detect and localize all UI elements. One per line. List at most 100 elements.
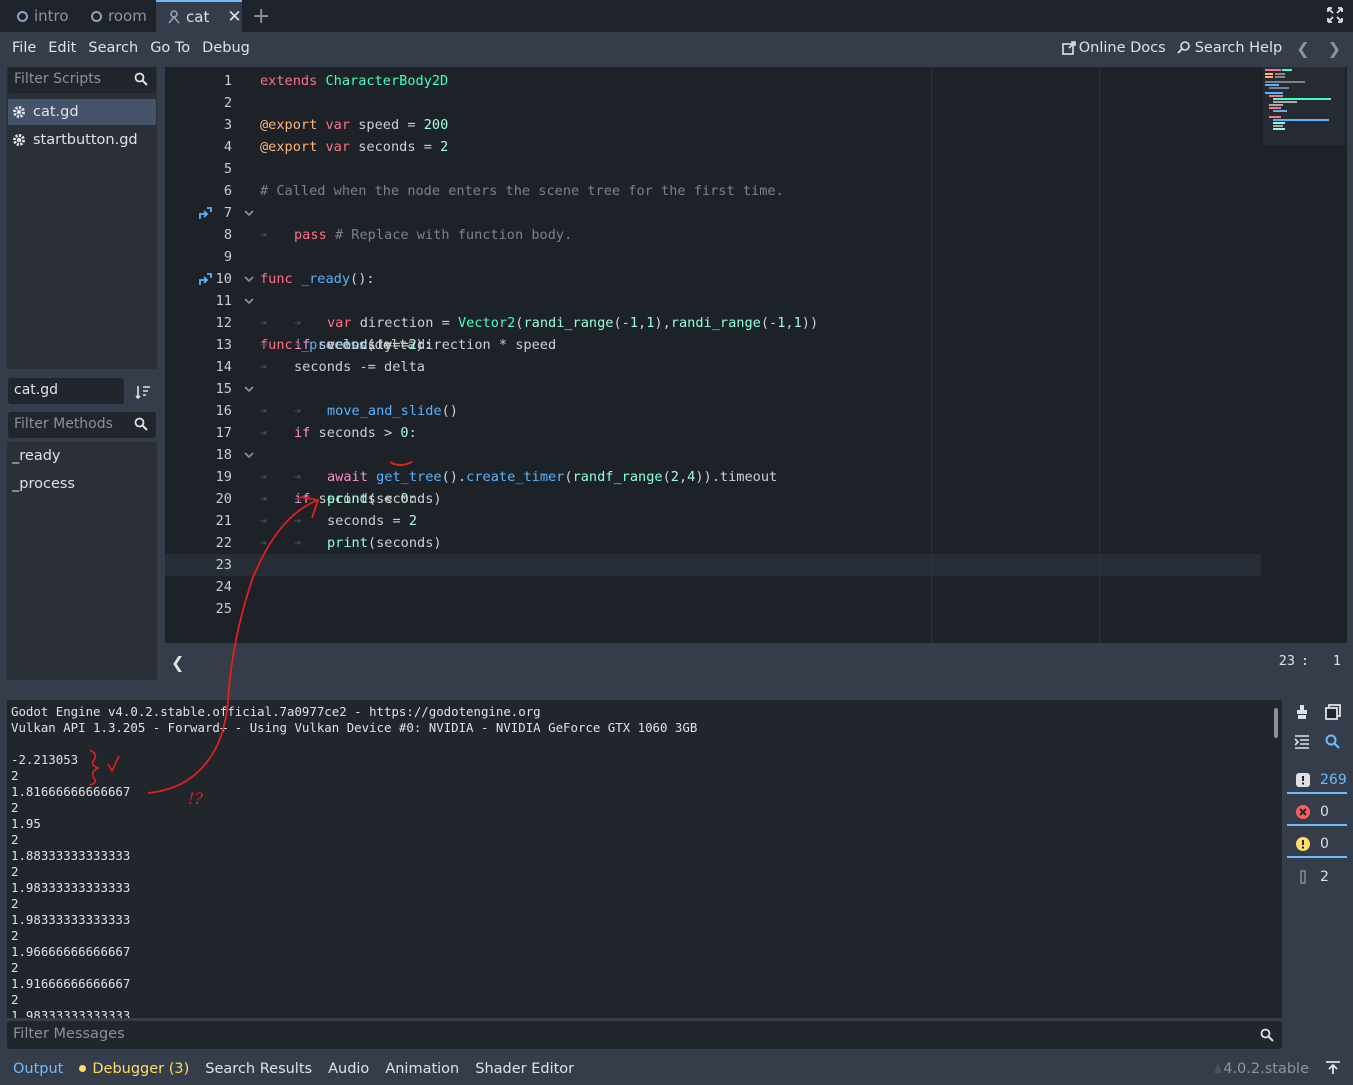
bottom-panel-tabs: Output Debugger (3) Search Results Audio… [0,1052,1353,1085]
current-script-label: cat.gd [8,378,124,404]
line-number: 22 [215,535,232,551]
output-line: 1.95 [11,816,41,831]
tab-intro[interactable]: intro [8,0,82,32]
signal-connection-icon[interactable] [198,206,212,220]
cursor-column: 1 [1332,653,1341,669]
filter-scripts-input[interactable]: Filter Scripts [8,67,156,93]
filter-messages-toggle[interactable]: 269 [1287,768,1347,794]
search-help-label: Search Help [1194,40,1283,56]
comment: # Called when the node enters the scene … [260,183,784,199]
expand-panel-icon[interactable] [1325,1061,1341,1075]
tab-output[interactable]: Output [5,1061,71,1077]
current-script-name: cat.gd [14,382,58,398]
message-count: 269 [1320,772,1347,788]
output-log[interactable]: Godot Engine v4.0.2.stable.official.7a09… [7,700,1282,1018]
online-docs-button[interactable]: Online Docs [1061,40,1166,56]
external-link-icon [1061,41,1076,55]
toggle-scripts-panel-icon[interactable]: ❮ [171,653,184,672]
tab-label: cat [186,8,210,26]
error-count: 0 [1320,804,1329,820]
tab-label: room [108,7,147,25]
filter-errors-toggle[interactable]: 0 [1287,800,1347,826]
line-number: 16 [215,403,232,419]
line-number: 4 [223,139,232,155]
filter-methods-input[interactable]: Filter Methods [8,412,156,438]
scene-tab-bar: intro room cat ✕ + [0,0,1353,32]
keyword-extends: extends [260,73,318,89]
fold-arrow-icon[interactable] [244,208,254,218]
search-icon [134,417,148,431]
gear-icon [13,106,25,118]
script-item-startbutton[interactable]: startbutton.gd [8,127,156,153]
fold-arrow-icon[interactable] [244,450,254,460]
tab-debugger[interactable]: Debugger (3) [71,1061,197,1077]
menu-file[interactable]: File [6,40,42,56]
script-name: cat.gd [33,104,79,120]
gear-icon [13,134,25,146]
minimap[interactable] [1263,67,1345,145]
filter-messages-input[interactable]: Filter Messages [7,1021,1282,1049]
output-scrollbar[interactable] [1274,708,1278,738]
fold-arrow-icon[interactable] [244,384,254,394]
collapse-duplicates-icon[interactable] [1294,734,1310,750]
line-number: 20 [215,491,232,507]
search-help-button[interactable]: Search Help [1176,40,1282,56]
line-number: 9 [223,249,232,265]
menu-goto[interactable]: Go To [144,40,196,56]
fullscreen-icon[interactable] [1327,7,1343,23]
tab-shader-editor[interactable]: Shader Editor [467,1061,582,1077]
signal-connection-icon[interactable] [198,272,212,286]
fold-arrow-icon[interactable] [244,274,254,284]
line-number: 24 [215,579,232,595]
tab-cat[interactable]: cat ✕ [156,0,242,32]
tab-search-results[interactable]: Search Results [197,1061,320,1077]
search-toggle-icon[interactable] [1325,734,1341,750]
output-line: 1.81666666666667 [11,784,131,799]
editor-status-bar: ❮ 23 : 1 [165,643,1347,681]
output-line: 2 [11,768,19,783]
output-line: 1.98333333333333 [11,880,131,895]
fold-arrow-icon[interactable] [244,296,254,306]
clear-log-icon[interactable] [1294,704,1310,720]
copy-icon[interactable] [1325,704,1341,720]
output-line: 2 [11,800,19,815]
filter-messages-placeholder: Filter Messages [13,1026,125,1042]
tab-animation[interactable]: Animation [377,1061,467,1077]
method-item-ready[interactable]: _ready [12,448,60,464]
output-line: -2.213053 [11,752,79,767]
chevron-left-icon[interactable]: ❮ [1292,39,1313,58]
line-number: 6 [223,183,232,199]
error-icon [1296,805,1310,819]
output-line: 1.98333333333333 [11,1008,131,1018]
editor-message-icon [1300,870,1306,884]
script-menu-bar: File Edit Search Go To Debug Online Docs… [0,32,1353,64]
output-line: 1.88333333333333 [11,848,131,863]
line-number: 25 [215,601,232,617]
line-number: 23 [215,557,232,573]
search-icon [134,72,148,86]
code-editor[interactable]: 1 extends CharacterBody2D 2 3 @export var … [165,67,1347,643]
sort-icon[interactable] [135,384,151,400]
search-icon [1260,1028,1274,1042]
menu-edit[interactable]: Edit [42,40,82,56]
method-item-process[interactable]: _process [12,476,75,492]
script-item-cat[interactable]: cat.gd [8,99,156,125]
menu-debug[interactable]: Debug [196,40,256,56]
output-line: 2 [11,896,19,911]
tab-room[interactable]: room [82,0,156,32]
version-label[interactable]: 4.0.2.stable [1223,1061,1309,1077]
add-tab-icon[interactable]: + [252,4,270,29]
line-number: 19 [215,469,232,485]
filter-warnings-toggle[interactable]: 0 [1287,832,1347,858]
warning-count: 0 [1320,836,1329,852]
close-icon[interactable]: ✕ [227,7,241,27]
filter-editor-toggle[interactable]: 2 [1287,864,1347,890]
chevron-right-icon[interactable]: ❯ [1324,39,1345,58]
menu-search[interactable]: Search [82,40,144,56]
output-line: 1.91666666666667 [11,976,131,991]
warning-icon [1296,837,1310,851]
type-characterbody2d: CharacterBody2D [325,73,449,89]
filter-methods-placeholder: Filter Methods [14,416,113,432]
tab-audio[interactable]: Audio [320,1061,377,1077]
